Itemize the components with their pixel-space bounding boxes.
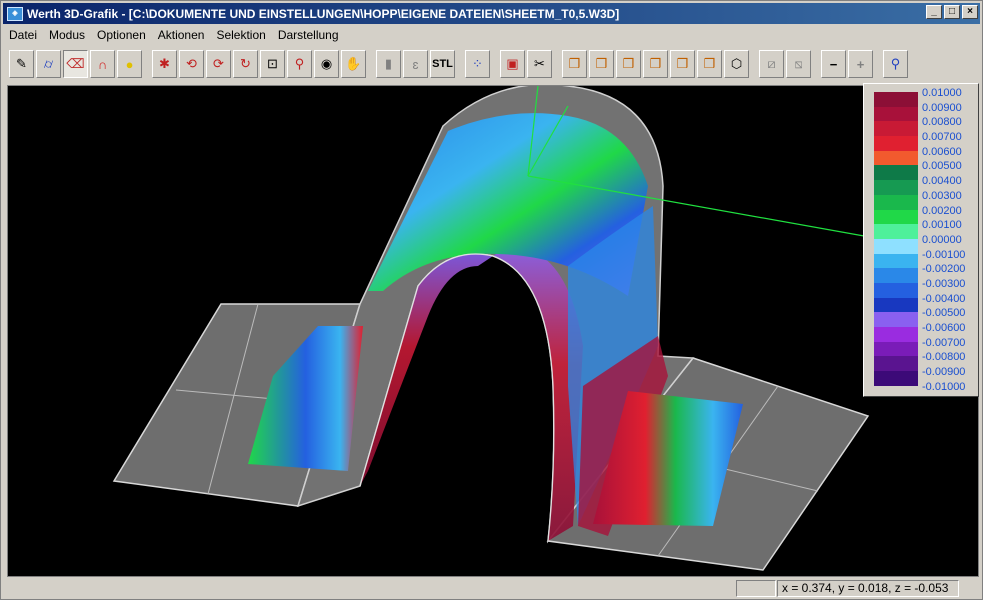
legend-swatch	[874, 312, 918, 327]
legend-label: 0.00000	[922, 233, 962, 246]
legend-label: -0.00500	[922, 307, 966, 320]
zoom-icon[interactable]: ⚲	[287, 50, 312, 78]
scissors-icon[interactable]: ✂	[527, 50, 552, 78]
title-bar: ◈ Werth 3D-Grafik - [C:\DOKUMENTE UND EI…	[3, 3, 980, 24]
legend-swatch	[874, 297, 918, 313]
legend-label: -0.00800	[922, 351, 966, 364]
view-back-icon[interactable]: ❒	[697, 50, 722, 78]
stl-button[interactable]: STL	[430, 50, 455, 78]
point-icon[interactable]: ●	[117, 50, 142, 78]
color-scale-legend: 0.01000 0.00900 0.00800 0.00700 0.00600 0.005…	[863, 83, 979, 397]
legend-label: 0.01000	[922, 87, 962, 99]
menu-modus[interactable]: Modus	[43, 28, 91, 42]
view-top-icon[interactable]: ❒	[589, 50, 614, 78]
status-coordinates: x = 0.374, y = 0.018, z = -0.053	[777, 580, 959, 597]
rotate-z-icon[interactable]: ↻	[233, 50, 258, 78]
mesh-icon[interactable]: ⧄	[759, 50, 784, 78]
legend-label: -0.00200	[922, 263, 966, 276]
color-map-icon[interactable]: ▣	[500, 50, 525, 78]
pencil-icon[interactable]: ✎	[9, 50, 34, 78]
legend-swatch	[874, 194, 918, 210]
rotate-x-icon[interactable]: ⟲	[179, 50, 204, 78]
legend-swatch	[874, 341, 918, 357]
cylinder-icon[interactable]: ⌭	[36, 50, 61, 78]
legend-label: -0.00900	[922, 366, 966, 379]
status-bar: x = 0.374, y = 0.018, z = -0.053	[3, 579, 980, 599]
window-title: Werth 3D-Grafik - [C:\DOKUMENTE UND EINS…	[27, 6, 620, 21]
legend-swatch	[874, 150, 918, 166]
spiral-icon[interactable]: ɛ	[403, 50, 428, 78]
app-icon: ◈	[7, 6, 23, 21]
eraser-icon[interactable]: ⌫	[63, 50, 88, 78]
menu-darstellung[interactable]: Darstellung	[272, 28, 345, 42]
legend-swatch	[874, 253, 918, 269]
legend-label: -0.00300	[922, 277, 966, 290]
legend-label: 0.00500	[922, 160, 962, 173]
legend-swatch	[874, 209, 918, 225]
legend-label: 0.00200	[922, 204, 962, 217]
3d-model	[112, 86, 870, 571]
zoom-window-icon[interactable]: ⊡	[260, 50, 285, 78]
legend-label: 0.00900	[922, 101, 962, 114]
legend-swatch	[874, 106, 918, 122]
view-iso-icon[interactable]: ❒	[562, 50, 587, 78]
points-icon[interactable]: ⁘	[465, 50, 490, 78]
view-front-icon[interactable]: ❒	[616, 50, 641, 78]
surface-icon[interactable]: ⧅	[786, 50, 811, 78]
legend-label: 0.00700	[922, 131, 962, 144]
menu-datei[interactable]: Datei	[3, 28, 43, 42]
legend-label: -0.01000	[922, 380, 966, 393]
minimize-button[interactable]: _	[926, 5, 942, 19]
minus-icon[interactable]: −	[821, 50, 846, 78]
legend-swatch	[874, 136, 918, 151]
legend-color-bar	[874, 92, 918, 388]
hand-icon[interactable]: ✋	[341, 50, 366, 78]
legend-swatch	[874, 282, 918, 298]
legend-label: -0.00600	[922, 322, 966, 334]
app-window: ◈ Werth 3D-Grafik - [C:\DOKUMENTE UND EI…	[0, 0, 983, 600]
legend-swatch	[874, 268, 918, 283]
maximize-button[interactable]: □	[944, 5, 960, 19]
legend-swatch	[874, 371, 918, 386]
legend-swatch	[874, 327, 918, 342]
legend-label: 0.00800	[922, 116, 962, 129]
legend-swatch	[874, 121, 918, 137]
rotate-y-icon[interactable]: ⟳	[206, 50, 231, 78]
legend-label: -0.00100	[922, 248, 966, 261]
legend-label: 0.00600	[922, 145, 962, 158]
status-pane-empty	[736, 580, 776, 597]
toolbar: ✎ ⌭ ⌫ ∩ ● ✱ ⟲ ⟳ ↻ ⊡ ⚲ ◉ ✋ ▮ ɛ STL ⁘ ▣ ✂ …	[3, 46, 980, 82]
legend-swatch	[874, 165, 918, 181]
legend-label: -0.00400	[922, 292, 966, 305]
probe-view-icon[interactable]: ⚲	[883, 50, 908, 78]
view-left-icon[interactable]: ❒	[670, 50, 695, 78]
curve-icon[interactable]: ∩	[90, 50, 115, 78]
legend-swatch	[874, 180, 918, 195]
menu-optionen[interactable]: Optionen	[91, 28, 152, 42]
legend-swatch	[874, 356, 918, 372]
menu-aktionen[interactable]: Aktionen	[152, 28, 211, 42]
view-bottom-icon[interactable]: ⬡	[724, 50, 749, 78]
legend-label: -0.00700	[922, 336, 966, 349]
menu-bar: Datei Modus Optionen Aktionen Selektion …	[3, 25, 345, 44]
legend-swatch	[874, 238, 918, 254]
close-button[interactable]: ×	[962, 5, 978, 19]
legend-labels: 0.01000 0.00900 0.00800 0.00700 0.00600 0.005…	[922, 86, 965, 394]
3d-viewport[interactable]	[7, 85, 979, 577]
legend-label: 0.00300	[922, 189, 962, 202]
rotate-free-icon[interactable]: ✱	[152, 50, 177, 78]
legend-label: 0.00100	[922, 219, 962, 232]
legend-swatch	[874, 92, 918, 107]
view-right-icon[interactable]: ❒	[643, 50, 668, 78]
eye-icon[interactable]: ◉	[314, 50, 339, 78]
plus-icon[interactable]: +	[848, 50, 873, 78]
legend-label: 0.00400	[922, 175, 962, 188]
menu-selektion[interactable]: Selektion	[210, 28, 271, 42]
legend-swatch	[874, 224, 918, 239]
capsule-icon[interactable]: ▮	[376, 50, 401, 78]
